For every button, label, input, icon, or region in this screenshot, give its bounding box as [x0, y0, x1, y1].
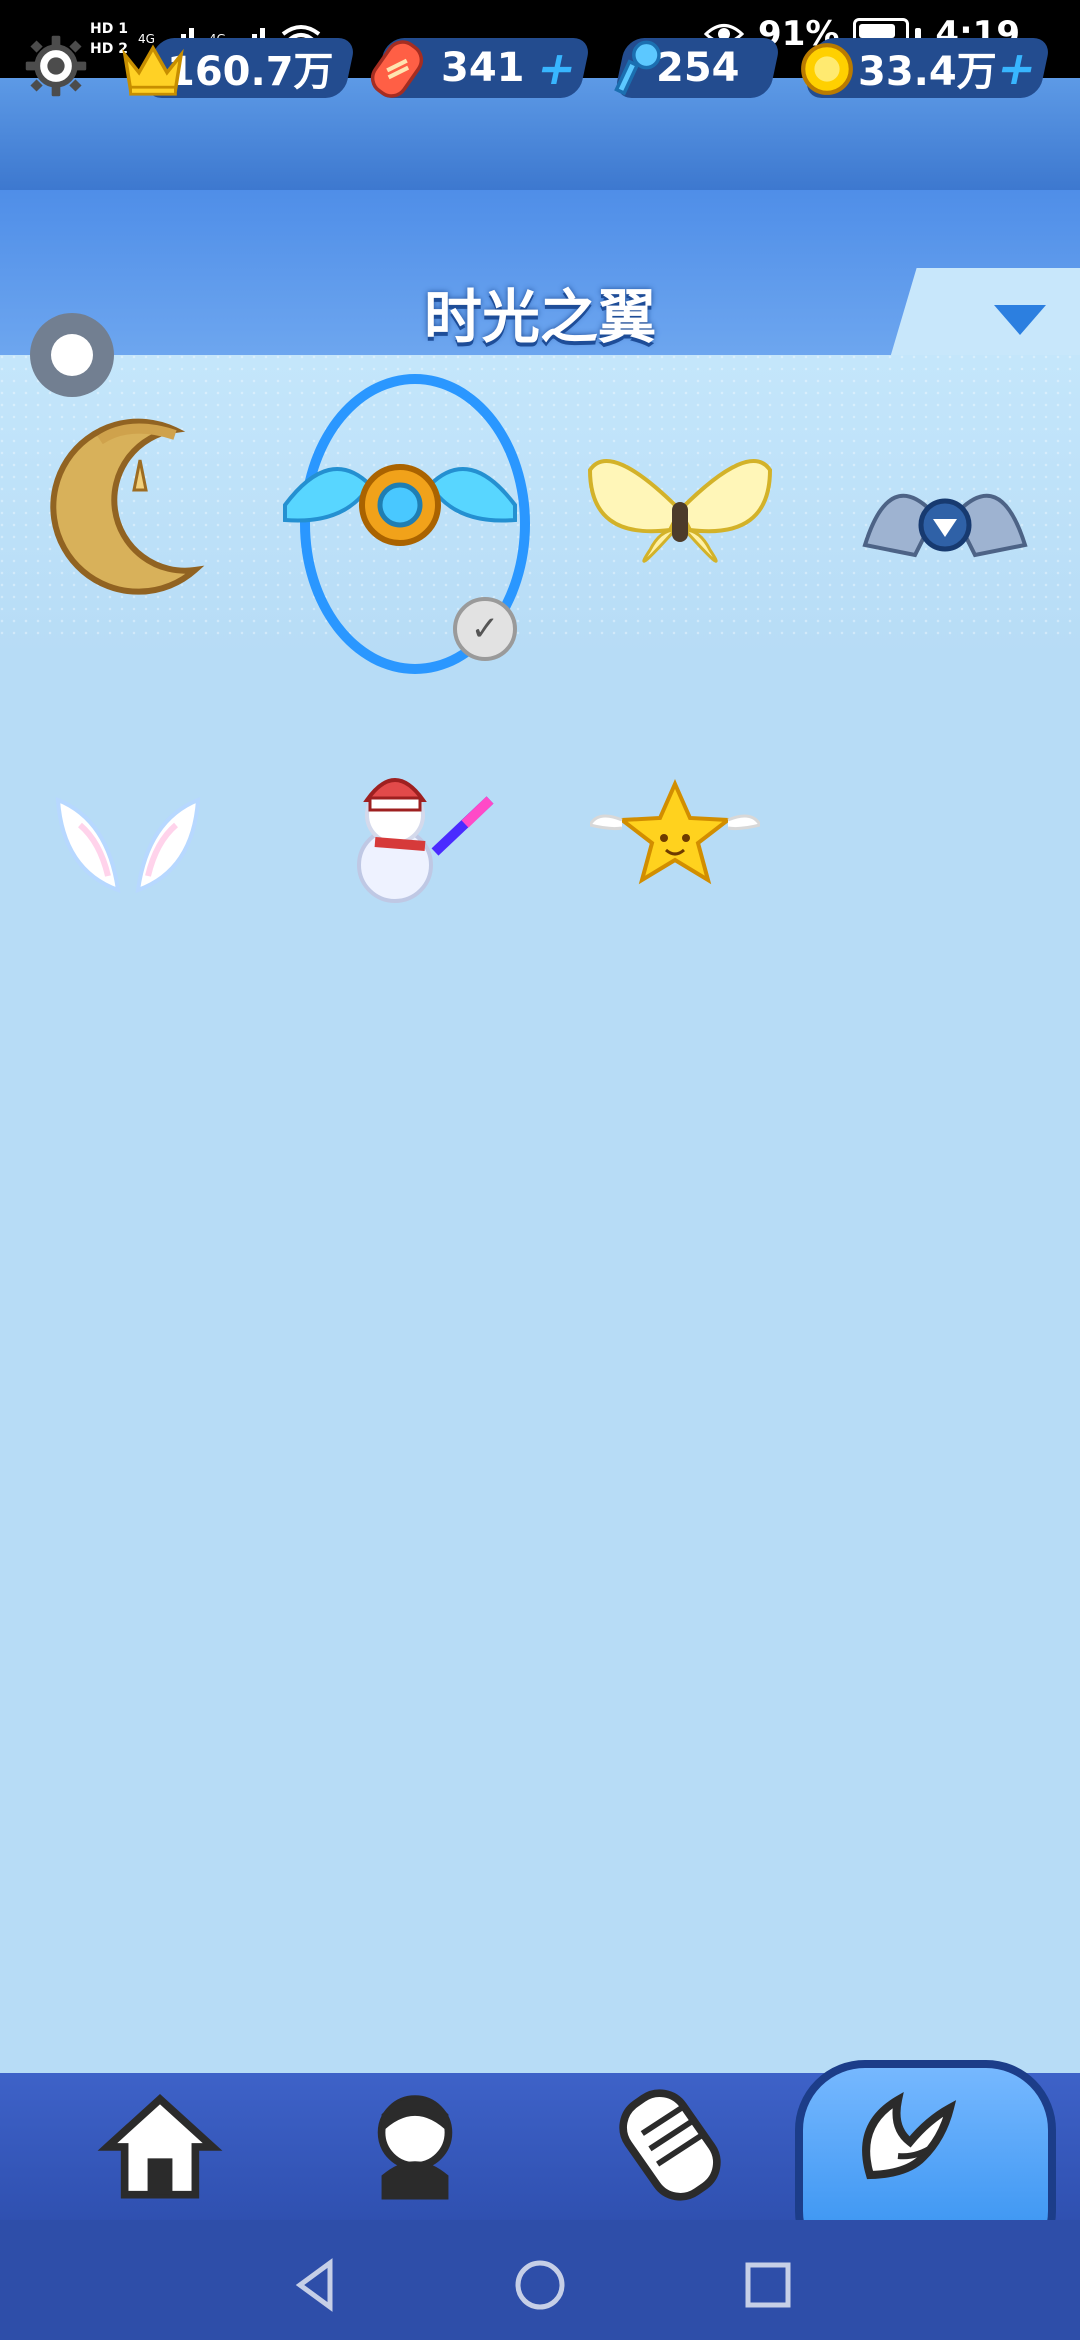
recent-apps-icon[interactable]: [738, 2255, 798, 2315]
board-plus-icon[interactable]: +: [532, 41, 582, 95]
coin-plus-icon[interactable]: +: [992, 41, 1042, 95]
winged-star-icon: [590, 779, 760, 885]
board-value: 341: [440, 45, 525, 91]
moon-wing-item[interactable]: [30, 400, 230, 620]
gear-wing-item[interactable]: [255, 415, 545, 585]
winged-star-item[interactable]: [590, 770, 760, 900]
moon-wing-icon: [50, 418, 205, 595]
butterfly-wing-item[interactable]: [570, 430, 790, 600]
character-icon: [377, 2095, 453, 2200]
key-icon: [603, 34, 673, 104]
settings-gear-icon[interactable]: [20, 30, 92, 102]
gear-wing-icon: [283, 464, 517, 546]
mech-wing-item[interactable]: [835, 445, 1055, 595]
skateboard-icon: [362, 34, 432, 104]
wing-icon: [862, 2091, 957, 2180]
home-icon: [97, 2093, 223, 2199]
board-icon: [619, 2089, 721, 2201]
selection-toggle[interactable]: [30, 313, 114, 397]
snowman-icon: [357, 778, 494, 903]
crown-icon: [118, 34, 188, 104]
back-icon[interactable]: [285, 2255, 345, 2315]
crown-value: 160.7万: [166, 49, 334, 95]
angel-wing-item[interactable]: [38, 780, 218, 910]
page-title: 时光之翼: [423, 283, 656, 351]
snowman-item[interactable]: [315, 760, 525, 910]
coin-icon: [792, 34, 862, 104]
home-nav-icon[interactable]: [510, 2255, 570, 2315]
selected-check-icon: ✓: [453, 597, 517, 661]
butterfly-wing-icon: [587, 459, 773, 563]
angel-wing-icon: [55, 796, 201, 894]
mech-wing-icon: [862, 493, 1028, 558]
coin-value: 33.4万: [858, 49, 997, 95]
